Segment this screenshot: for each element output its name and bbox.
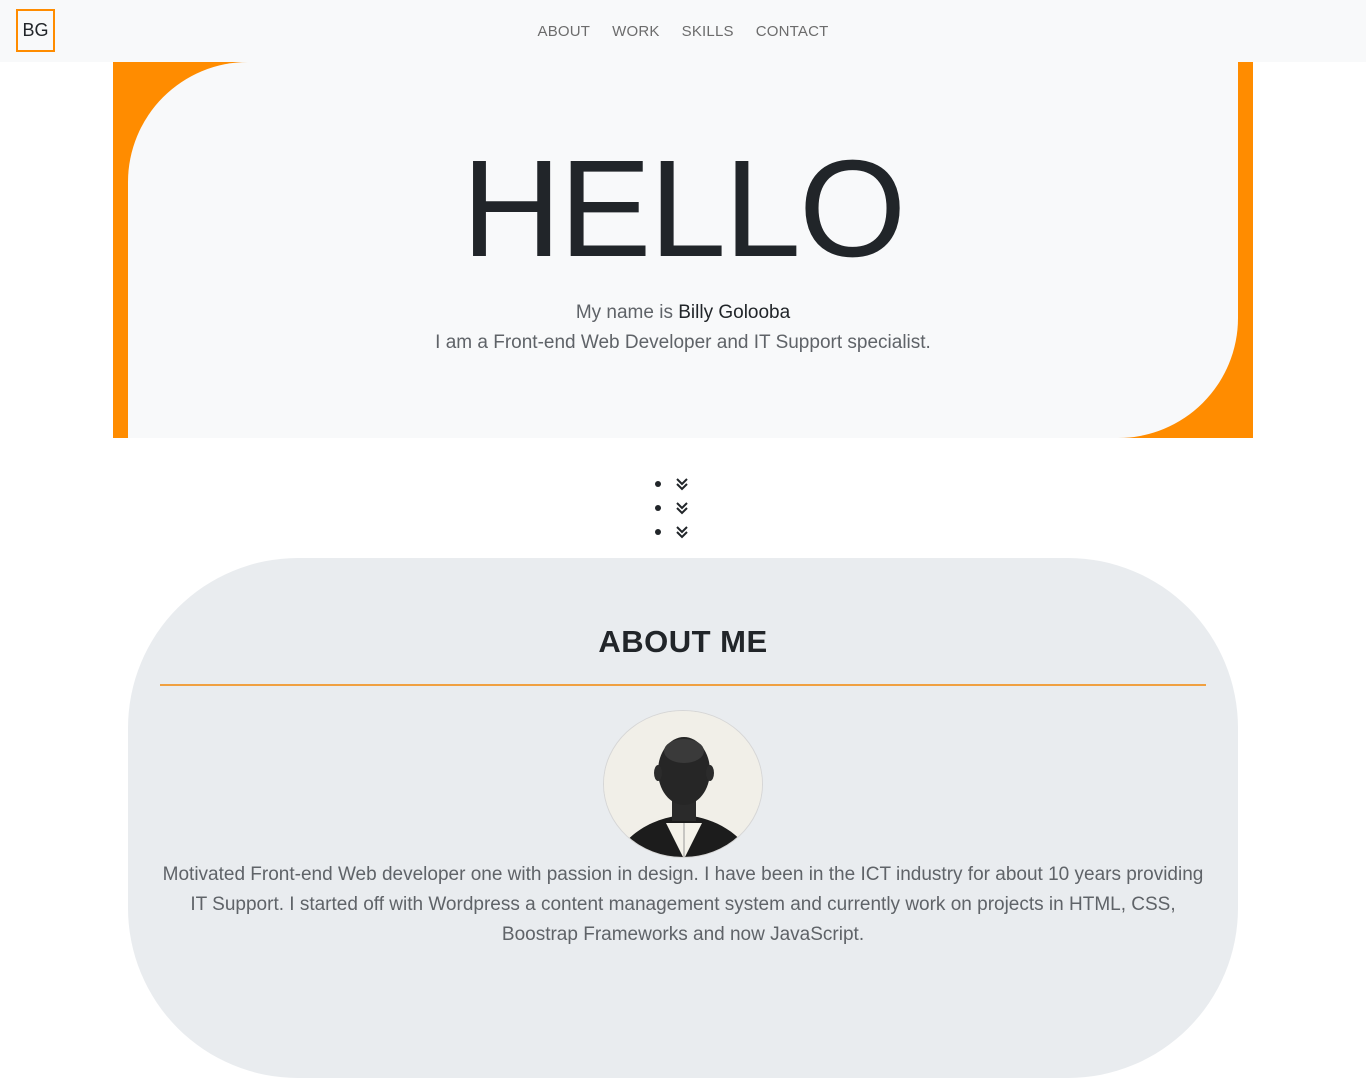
avatar — [603, 710, 763, 858]
hero-tagline: I am a Front-end Web Developer and IT Su… — [435, 332, 931, 353]
scroll-indicator-item[interactable] — [655, 496, 689, 520]
nav-link-about[interactable]: ABOUT — [526, 23, 601, 40]
chevron-double-down-icon — [675, 525, 689, 539]
scroll-indicator — [655, 472, 689, 544]
hero-name: Billy Golooba — [678, 302, 791, 323]
about-text: Motivated Front-end Web developer one wi… — [162, 864, 1204, 945]
bullet-dot — [655, 529, 661, 535]
nav-link-work[interactable]: WORK — [601, 23, 670, 40]
profile-photo-icon — [604, 711, 762, 857]
about-title: ABOUT ME — [598, 624, 768, 659]
nav-link-skills[interactable]: SKILLS — [671, 23, 745, 40]
hero-intro: My name is Billy Golooba — [0, 302, 1366, 324]
navbar: BG ABOUT WORK SKILLS CONTACT — [0, 0, 1366, 62]
scroll-indicator-item[interactable] — [655, 520, 689, 544]
brand-logo[interactable]: BG — [16, 9, 55, 52]
hero-intro-prefix: My name is — [575, 302, 673, 323]
nav-links: ABOUT WORK SKILLS CONTACT — [0, 0, 1366, 62]
chevron-double-down-icon — [675, 501, 689, 515]
scroll-indicator-item[interactable] — [655, 472, 689, 496]
chevron-double-down-icon — [675, 477, 689, 491]
about-divider — [160, 684, 1206, 686]
hero-title: HELLO — [461, 132, 907, 286]
bullet-dot — [655, 505, 661, 511]
bullet-dot — [655, 481, 661, 487]
nav-link-contact[interactable]: CONTACT — [745, 23, 840, 40]
